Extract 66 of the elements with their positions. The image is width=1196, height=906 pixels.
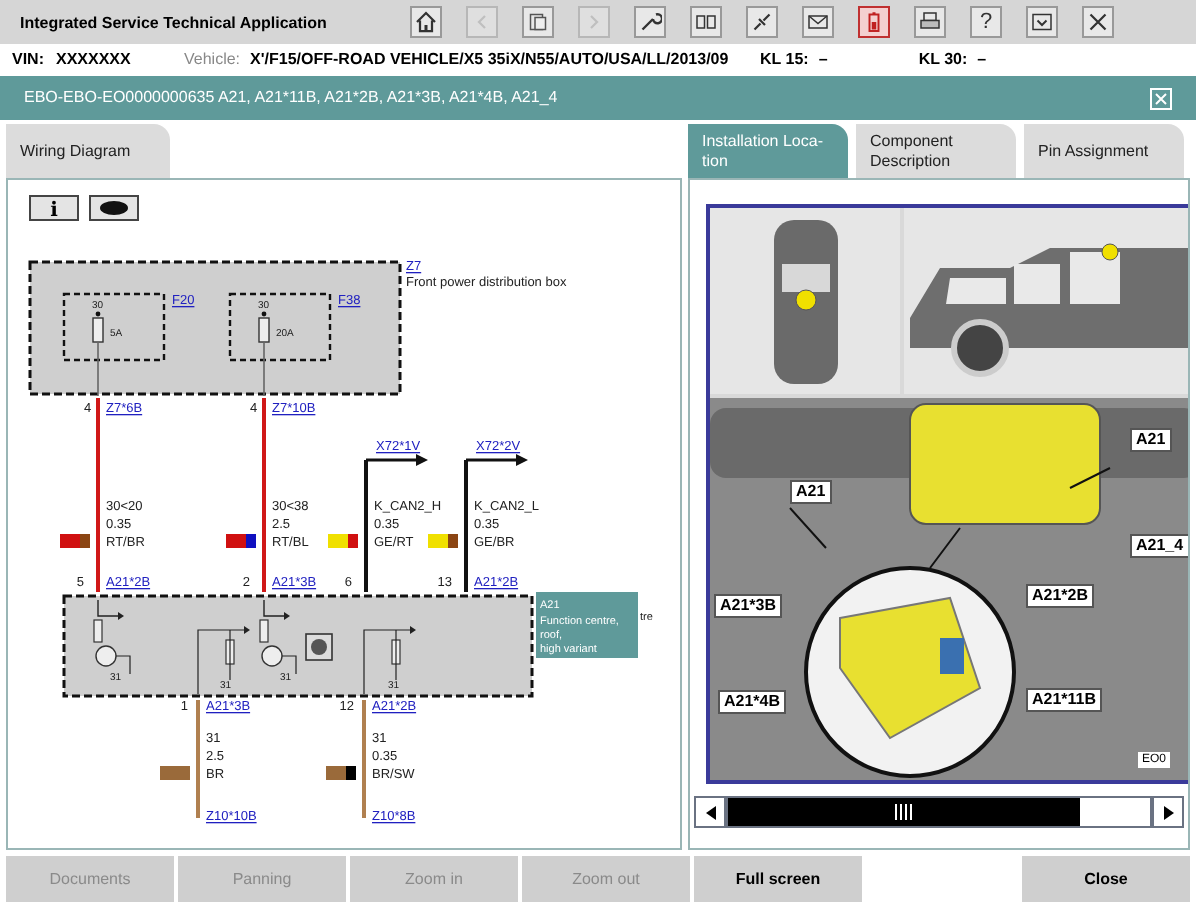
module-tooltip [536, 592, 638, 658]
wire [364, 460, 368, 592]
tab[interactable]: Component Description [856, 124, 1016, 178]
vin-value: XXXXXXX [56, 48, 133, 72]
home-button[interactable] [410, 6, 442, 38]
scrollbar-thumb[interactable] [728, 798, 1080, 826]
grip-icon [894, 804, 914, 820]
close-button[interactable] [1082, 6, 1114, 38]
kl30-value: – [977, 48, 987, 72]
help-button[interactable]: ? [970, 6, 1002, 38]
vehicle-value: X'/F15/OFF-ROAD VEHICLE/X5 35iX/N55/AUTO/USA/LL/2013/09 [250, 48, 731, 72]
info-button[interactable]: i [29, 195, 79, 222]
kl15-label: KL 15: [760, 48, 809, 72]
document-button[interactable] [522, 6, 554, 38]
callout-label: A21*4B [718, 690, 787, 714]
kl15-value: – [818, 48, 830, 72]
documents-icon [526, 10, 550, 34]
fuse-symbol [258, 311, 270, 343]
callout-label: A21*3B [714, 594, 783, 618]
callout-label: A21*11B [1026, 688, 1103, 712]
signal-arrow [366, 454, 428, 466]
wire [362, 700, 366, 818]
tab[interactable]: Wiring Diagram [6, 124, 170, 178]
window-title: Integrated Service Technical Application [18, 13, 329, 31]
scroll-right-button[interactable] [1152, 796, 1184, 828]
close-icon [1086, 10, 1110, 34]
fuse-outline [228, 292, 332, 362]
download-button[interactable] [1026, 6, 1058, 38]
vin-label: VIN: [12, 48, 44, 72]
wire [464, 460, 468, 592]
callout-label: A21 [1130, 428, 1172, 452]
wire [196, 700, 200, 818]
callout-label: A21_4 [1130, 534, 1188, 558]
printer-button[interactable] [914, 6, 946, 38]
mail-button[interactable] [802, 6, 834, 38]
wrench-button[interactable] [634, 6, 666, 38]
fuse-outline [62, 292, 166, 362]
resistor-symbol [197, 626, 250, 695]
kl30-label: KL 30: [918, 48, 968, 72]
lamp-driver-symbol [93, 599, 131, 675]
document-title: EBO-EBO-EO0000000635 A21, A21*11B, A21*2B, A21*3B, A21*4B, A21_4 [24, 86, 558, 110]
download-icon [1030, 10, 1054, 34]
vehicle-label: Vehicle: [184, 48, 241, 72]
close-icon [1154, 91, 1168, 105]
battery-button[interactable] [858, 6, 890, 38]
view-button[interactable] [89, 195, 139, 221]
callout-label: A21 [790, 480, 832, 504]
plug-icon [750, 10, 774, 34]
resistor-symbol [363, 626, 416, 695]
callout-label: A21*2B [1026, 584, 1095, 608]
fuse-symbol [92, 311, 104, 343]
toolbar-button[interactable]: Full screen [694, 856, 862, 902]
book-button[interactable] [690, 6, 722, 38]
right-arrow-icon [1163, 805, 1173, 819]
plug-button[interactable] [746, 6, 778, 38]
tab[interactable]: Pin Assignment [1024, 124, 1184, 178]
left-arrow-icon [705, 805, 715, 819]
scroll-left-button[interactable] [694, 796, 726, 828]
toolbar-button[interactable]: Close [1022, 856, 1190, 902]
book-icon [694, 10, 718, 34]
mail-icon [806, 10, 830, 34]
speaker-icon [305, 633, 333, 661]
signal-arrow [466, 454, 528, 466]
lamp-driver-symbol [259, 599, 297, 675]
home-icon [414, 10, 438, 34]
printer-icon [918, 10, 942, 34]
